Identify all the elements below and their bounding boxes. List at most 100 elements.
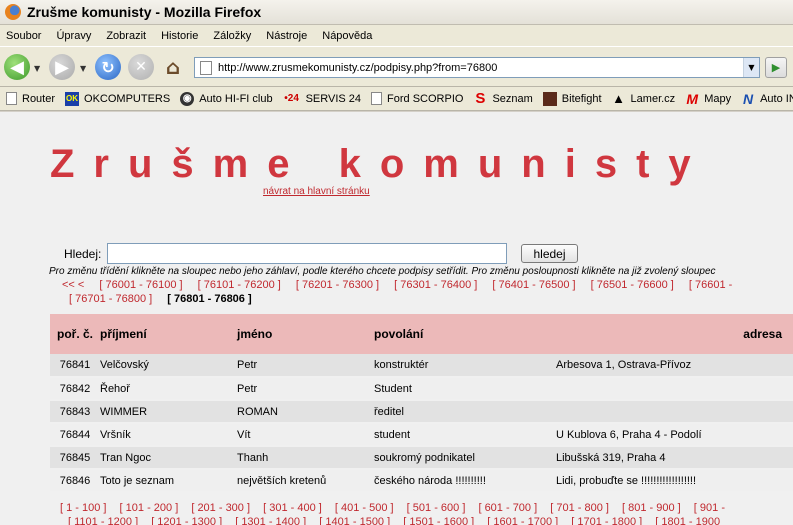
range-prev-link[interactable]: << <: [62, 279, 84, 291]
bookmark-lamer[interactable]: ▲ Lamer.cz: [612, 91, 675, 106]
back-history-dropdown[interactable]: ▼: [34, 64, 40, 73]
cell-address: Libušská 319, Praha 4: [556, 446, 793, 470]
column-header-occupation[interactable]: povolání: [374, 314, 556, 354]
cell-address: Lidi, probuďte se !!!!!!!!!!!!!!!!!!: [556, 469, 793, 493]
page-link[interactable]: [ 101 - 200 ]: [120, 502, 179, 514]
range-link[interactable]: [ 76401 - 76500 ]: [492, 279, 575, 291]
home-button[interactable]: ⌂: [161, 55, 185, 79]
cell-name: ROMAN: [237, 400, 374, 424]
page-link[interactable]: [ 301 - 400 ]: [263, 502, 322, 514]
column-header-number[interactable]: poř. č.: [50, 314, 100, 354]
bookmark-auto-hifi-club[interactable]: ◉ Auto HI-FI club: [180, 91, 273, 106]
page-link[interactable]: [ 201 - 300 ]: [191, 502, 250, 514]
range-link[interactable]: [ 76301 - 76400 ]: [394, 279, 477, 291]
url-input[interactable]: [218, 61, 743, 74]
cell-name: největších kretenů: [237, 469, 374, 493]
menu-historie[interactable]: Historie: [161, 30, 198, 42]
table-row: 76846 Toto je seznam největších kretenů …: [50, 469, 793, 493]
page-link[interactable]: [ 1401 - 1500 ]: [319, 516, 390, 525]
page-link[interactable]: [ 901 -: [694, 502, 725, 514]
range-link[interactable]: [ 76101 - 76200 ]: [198, 279, 281, 291]
range-link[interactable]: [ 76701 - 76800 ]: [69, 293, 152, 305]
page-link[interactable]: [ 1501 - 1600 ]: [403, 516, 474, 525]
go-button[interactable]: ▶: [765, 57, 787, 78]
page-link[interactable]: [ 1201 - 1300 ]: [151, 516, 222, 525]
page-link[interactable]: [ 1301 - 1400 ]: [235, 516, 306, 525]
bookmarks-toolbar: Router OK OKCOMPUTERS ◉ Auto HI-FI club •2…: [0, 87, 793, 111]
search-button[interactable]: hledej: [521, 244, 578, 263]
page-icon: [6, 92, 17, 105]
cell-number: 76841: [50, 354, 100, 378]
range-current: [ 76801 - 76806 ]: [167, 293, 252, 305]
forward-button[interactable]: ▶: [49, 54, 75, 80]
range-link[interactable]: [ 76501 - 76600 ]: [591, 279, 674, 291]
bookmark-mapy[interactable]: M Mapy: [685, 90, 731, 107]
menu-upravy[interactable]: Úpravy: [56, 30, 91, 42]
bookmark-bitefight[interactable]: Bitefight: [542, 91, 602, 106]
cell-occupation: Student: [374, 377, 556, 401]
firefox-icon: [5, 4, 21, 20]
menu-nastroje[interactable]: Nástroje: [266, 30, 307, 42]
page-nav-row-1: [ 1 - 100 ] [ 101 - 200 ] [ 201 - 300 ] …: [60, 502, 735, 514]
range-nav-row-1: << < [ 76001 - 76100 ] [ 76101 - 76200 ]…: [62, 279, 744, 291]
bookmark-servis-24[interactable]: •24 SERVIS 24: [283, 92, 361, 106]
menu-napoveda[interactable]: Nápověda: [322, 30, 372, 42]
cell-occupation: ředitel: [374, 400, 556, 424]
cell-address: [556, 377, 793, 401]
site-title: Zrušme komunisty: [50, 142, 710, 186]
bookmark-seznam[interactable]: S Seznam: [473, 90, 532, 107]
menu-soubor[interactable]: Soubor: [6, 30, 41, 42]
bookmark-router[interactable]: Router: [6, 92, 55, 105]
table-row: 76844 Vršník Vít student U Kublova 6, Pr…: [50, 423, 793, 447]
home-link[interactable]: návrat na hlavní stránku: [263, 186, 370, 197]
cell-number: 76846: [50, 469, 100, 493]
table-row: 76843 WIMMER ROMAN ředitel: [50, 400, 793, 424]
cell-surname: Toto je seznam: [100, 469, 237, 493]
dog-icon: ▲: [612, 91, 625, 106]
page-link[interactable]: [ 801 - 900 ]: [622, 502, 681, 514]
cell-surname: Tran Ngoc: [100, 446, 237, 470]
page-link[interactable]: [ 701 - 800 ]: [550, 502, 609, 514]
cell-number: 76844: [50, 423, 100, 447]
column-header-surname[interactable]: příjmení: [100, 314, 237, 354]
column-header-name[interactable]: jméno: [237, 314, 374, 354]
menu-bar: Soubor Úpravy Zobrazit Historie Záložky …: [0, 25, 793, 46]
menu-zobrazit[interactable]: Zobrazit: [106, 30, 146, 42]
menu-zalozky[interactable]: Záložky: [213, 30, 251, 42]
range-link[interactable]: [ 76201 - 76300 ]: [296, 279, 379, 291]
sort-hint: Pro změnu třídění klikněte na sloupec ne…: [49, 266, 716, 277]
page-link[interactable]: [ 1101 - 1200 ]: [68, 516, 138, 525]
back-button[interactable]: ◀: [4, 54, 30, 80]
cell-surname: Vršník: [100, 423, 237, 447]
page-link[interactable]: [ 501 - 600 ]: [407, 502, 466, 514]
range-link[interactable]: [ 76601 -: [689, 279, 732, 291]
table-row: 76842 Řehoř Petr Student: [50, 377, 793, 401]
bookmark-ford-scorpio[interactable]: Ford SCORPIO: [371, 92, 463, 105]
reload-button[interactable]: ↻: [95, 54, 121, 80]
window-titlebar: Zrušme komunisty - Mozilla Firefox: [0, 0, 793, 25]
search-input[interactable]: [107, 243, 507, 264]
column-header-address[interactable]: adresa: [556, 314, 793, 354]
page-content: Zrušme komunisty návrat na hlavní stránk…: [0, 112, 793, 525]
bookmark-okcomputers[interactable]: OK OKCOMPUTERS: [65, 91, 170, 106]
url-dropdown-icon[interactable]: ▼: [743, 58, 759, 77]
bookmark-auto-in[interactable]: NAuto IN: [741, 91, 793, 107]
page-link[interactable]: [ 1801 - 1900: [655, 516, 720, 525]
page-link[interactable]: [ 1601 - 1700 ]: [487, 516, 558, 525]
mapy-icon: M: [686, 90, 699, 107]
page-link[interactable]: [ 1701 - 1800 ]: [571, 516, 642, 525]
page-link[interactable]: [ 601 - 700 ]: [478, 502, 537, 514]
page-link[interactable]: [ 401 - 500 ]: [335, 502, 394, 514]
cell-address: U Kublova 6, Praha 4 - Podolí: [556, 423, 793, 447]
cell-address: [556, 400, 793, 424]
range-link[interactable]: [ 76001 - 76100 ]: [99, 279, 182, 291]
signatures-table: poř. č. příjmení jméno povolání adresa 7…: [50, 314, 793, 493]
cell-occupation: českého národa !!!!!!!!!!: [374, 469, 556, 493]
forward-history-dropdown[interactable]: ▼: [80, 64, 86, 73]
search-label: Hledej:: [64, 247, 102, 261]
url-bar[interactable]: ▼: [194, 57, 760, 78]
page-link[interactable]: [ 1 - 100 ]: [60, 502, 106, 514]
cell-name: Vít: [237, 423, 374, 447]
cell-surname: WIMMER: [100, 400, 237, 424]
stop-button[interactable]: ✕: [128, 54, 154, 80]
